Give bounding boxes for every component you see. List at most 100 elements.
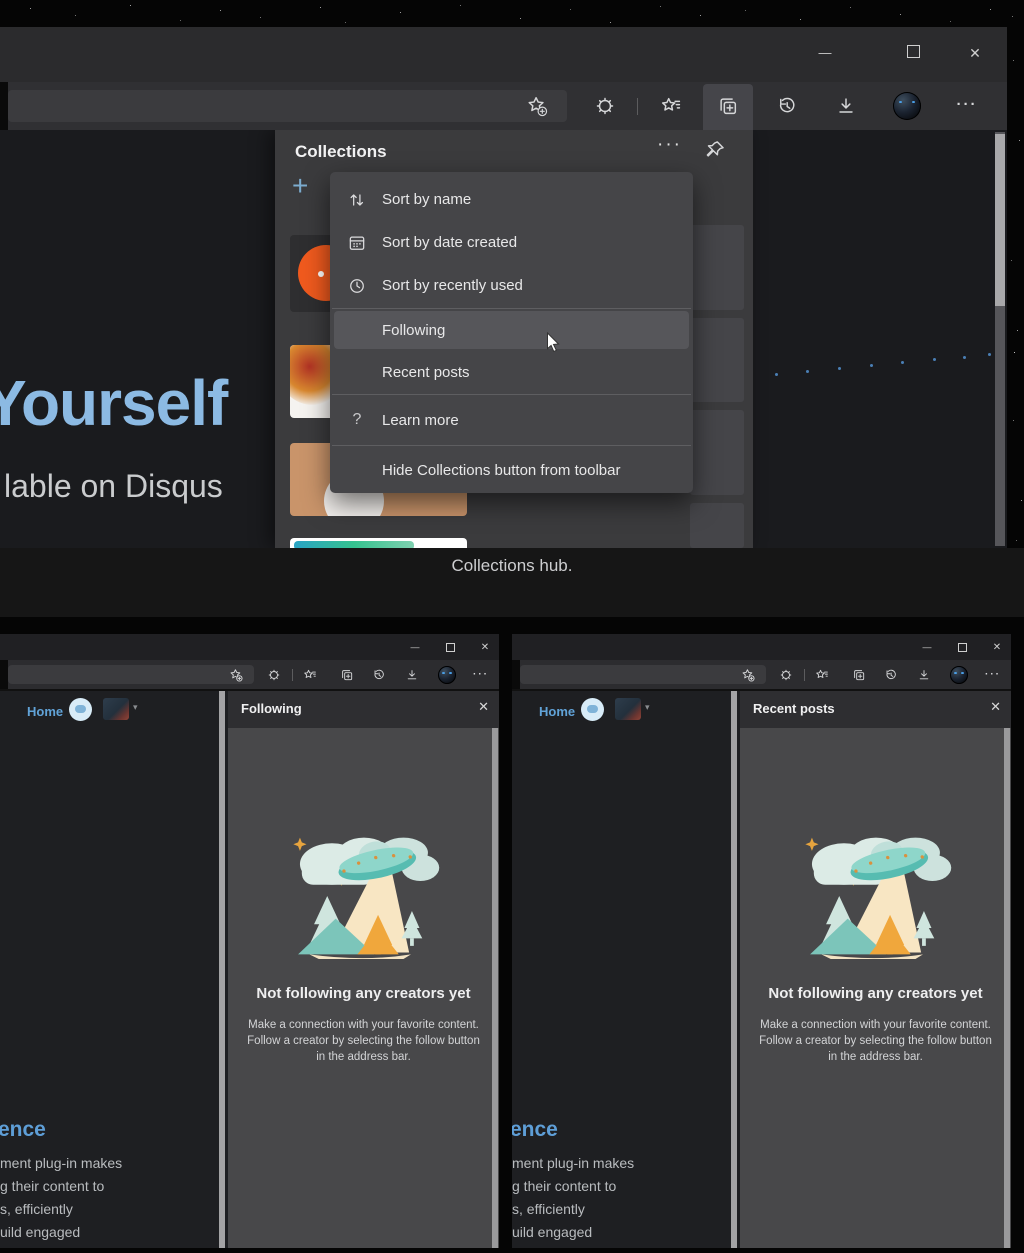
downloads-button[interactable] xyxy=(835,95,857,117)
history-button[interactable] xyxy=(372,668,386,682)
collection-card[interactable] xyxy=(690,318,744,402)
menu-item-following[interactable]: Following xyxy=(334,311,689,349)
home-link[interactable]: Home xyxy=(539,704,575,719)
downloads-button[interactable] xyxy=(405,668,419,682)
titlebar: — ✕ xyxy=(0,27,1007,82)
menu-item-learn-more[interactable]: ? Learn more xyxy=(330,396,693,444)
browser-toolbar: ··· xyxy=(0,82,1007,130)
collections-button[interactable] xyxy=(340,668,354,682)
collection-card[interactable] xyxy=(690,410,744,495)
close-button[interactable]: ✕ xyxy=(984,634,1010,660)
calendar-icon xyxy=(346,232,368,254)
maximize-button[interactable] xyxy=(949,634,975,660)
screenshot-collage: — ✕ xyxy=(0,0,1024,1253)
collection-card[interactable] xyxy=(690,503,744,548)
new-collection-button[interactable]: + xyxy=(292,172,308,200)
history-button[interactable] xyxy=(776,95,798,117)
panel-title: Recent posts xyxy=(753,701,835,716)
profile-avatar[interactable] xyxy=(438,666,456,684)
profile-avatar[interactable] xyxy=(950,666,968,684)
favorites-button[interactable] xyxy=(815,668,829,682)
settings-more-button[interactable]: ··· xyxy=(983,667,1003,681)
extensions-button[interactable] xyxy=(267,668,281,682)
close-icon: ✕ xyxy=(478,699,489,714)
maximize-icon xyxy=(907,45,920,58)
favorites-button[interactable] xyxy=(303,668,317,682)
page-text-line: uild engaged xyxy=(512,1224,592,1240)
page-scrollbar[interactable] xyxy=(731,691,737,1248)
close-icon: ✕ xyxy=(481,642,489,653)
extensions-button[interactable] xyxy=(594,95,616,117)
chevron-down-icon[interactable]: ▾ xyxy=(645,702,650,713)
history-button[interactable] xyxy=(884,668,898,682)
downloads-button[interactable] xyxy=(917,668,931,682)
maximize-button[interactable] xyxy=(437,634,463,660)
page-text-line: s, efficiently xyxy=(0,1201,73,1217)
collection-card[interactable] xyxy=(290,538,467,548)
menu-separator xyxy=(332,308,691,309)
address-bar[interactable] xyxy=(8,665,254,684)
close-icon: ✕ xyxy=(969,45,981,61)
comment-bubble-icon[interactable] xyxy=(581,698,604,721)
add-favorite-button[interactable] xyxy=(526,95,548,117)
avatar-glint xyxy=(954,672,957,674)
recent-posts-panel: Recent posts ✕ Not following any creator… xyxy=(740,691,1011,1248)
collections-button[interactable] xyxy=(717,95,739,117)
user-avatar[interactable] xyxy=(615,698,641,720)
user-avatar[interactable] xyxy=(103,698,129,720)
settings-more-button[interactable]: ··· xyxy=(952,93,982,115)
pin-panel-button[interactable] xyxy=(703,138,727,162)
ufo-illustration xyxy=(283,815,443,961)
close-button[interactable]: ✕ xyxy=(955,45,995,62)
maximize-button[interactable] xyxy=(893,45,933,63)
downloads-icon xyxy=(917,668,931,682)
menu-item-sort-by-date[interactable]: Sort by date created xyxy=(330,221,693,264)
titlebar: — ✕ xyxy=(512,634,1011,660)
menu-item-hide-collections[interactable]: Hide Collections button from toolbar xyxy=(330,447,693,493)
page-scrollbar[interactable] xyxy=(995,132,1005,546)
menu-item-sort-by-name[interactable]: Sort by name xyxy=(330,178,693,221)
edge-window-main: — ✕ xyxy=(0,27,1007,548)
page-text-line: g their content to xyxy=(512,1178,616,1194)
profile-avatar[interactable] xyxy=(893,92,921,120)
minimize-button[interactable]: — xyxy=(805,45,845,60)
add-favorite-button[interactable] xyxy=(229,668,243,682)
toolbar-left-edge xyxy=(512,660,520,689)
decor-dot xyxy=(838,367,841,370)
panel-scrollbar[interactable] xyxy=(1004,728,1010,1248)
menu-item-label: Following xyxy=(382,322,445,339)
favorites-button[interactable] xyxy=(660,95,682,117)
settings-more-button[interactable]: ··· xyxy=(471,667,491,681)
toolbar-divider xyxy=(637,98,638,115)
menu-item-recent-posts[interactable]: Recent posts xyxy=(330,351,693,393)
page-text-line: ment plug-in makes xyxy=(512,1155,634,1171)
collections-button[interactable] xyxy=(852,668,866,682)
minimize-button[interactable]: — xyxy=(914,634,940,660)
home-link[interactable]: Home xyxy=(27,704,63,719)
comment-bubble-icon[interactable] xyxy=(69,698,92,721)
address-bar[interactable] xyxy=(520,665,766,684)
page-scrollbar[interactable] xyxy=(219,691,225,1248)
add-favorite-button[interactable] xyxy=(741,668,755,682)
collections-more-button[interactable]: ··· xyxy=(657,134,682,156)
avatar-glint xyxy=(961,672,964,674)
empty-state-text: Make a connection with your favorite con… xyxy=(740,1019,1011,1031)
panel-close-button[interactable]: ✕ xyxy=(478,699,489,715)
minimize-button[interactable]: — xyxy=(402,634,428,660)
collection-card[interactable] xyxy=(690,225,744,310)
decor-dot xyxy=(901,361,904,364)
menu-item-label: Hide Collections button from toolbar xyxy=(382,462,620,479)
page-scrollbar-thumb[interactable] xyxy=(995,134,1005,306)
menu-item-sort-by-recent[interactable]: Sort by recently used xyxy=(330,264,693,307)
panel-close-button[interactable]: ✕ xyxy=(990,699,1001,715)
address-bar[interactable] xyxy=(8,90,567,122)
empty-state-heading: Not following any creators yet xyxy=(228,985,499,1002)
extensions-button[interactable] xyxy=(779,668,793,682)
close-button[interactable]: ✕ xyxy=(472,634,498,660)
avatar-glint xyxy=(449,672,452,674)
card-thumbnail xyxy=(294,541,414,548)
panel-scrollbar[interactable] xyxy=(492,728,498,1248)
collections-menu: Sort by name Sort by date created Sort b… xyxy=(330,172,693,493)
chevron-down-icon[interactable]: ▾ xyxy=(133,702,138,713)
decor-dot xyxy=(933,358,936,361)
